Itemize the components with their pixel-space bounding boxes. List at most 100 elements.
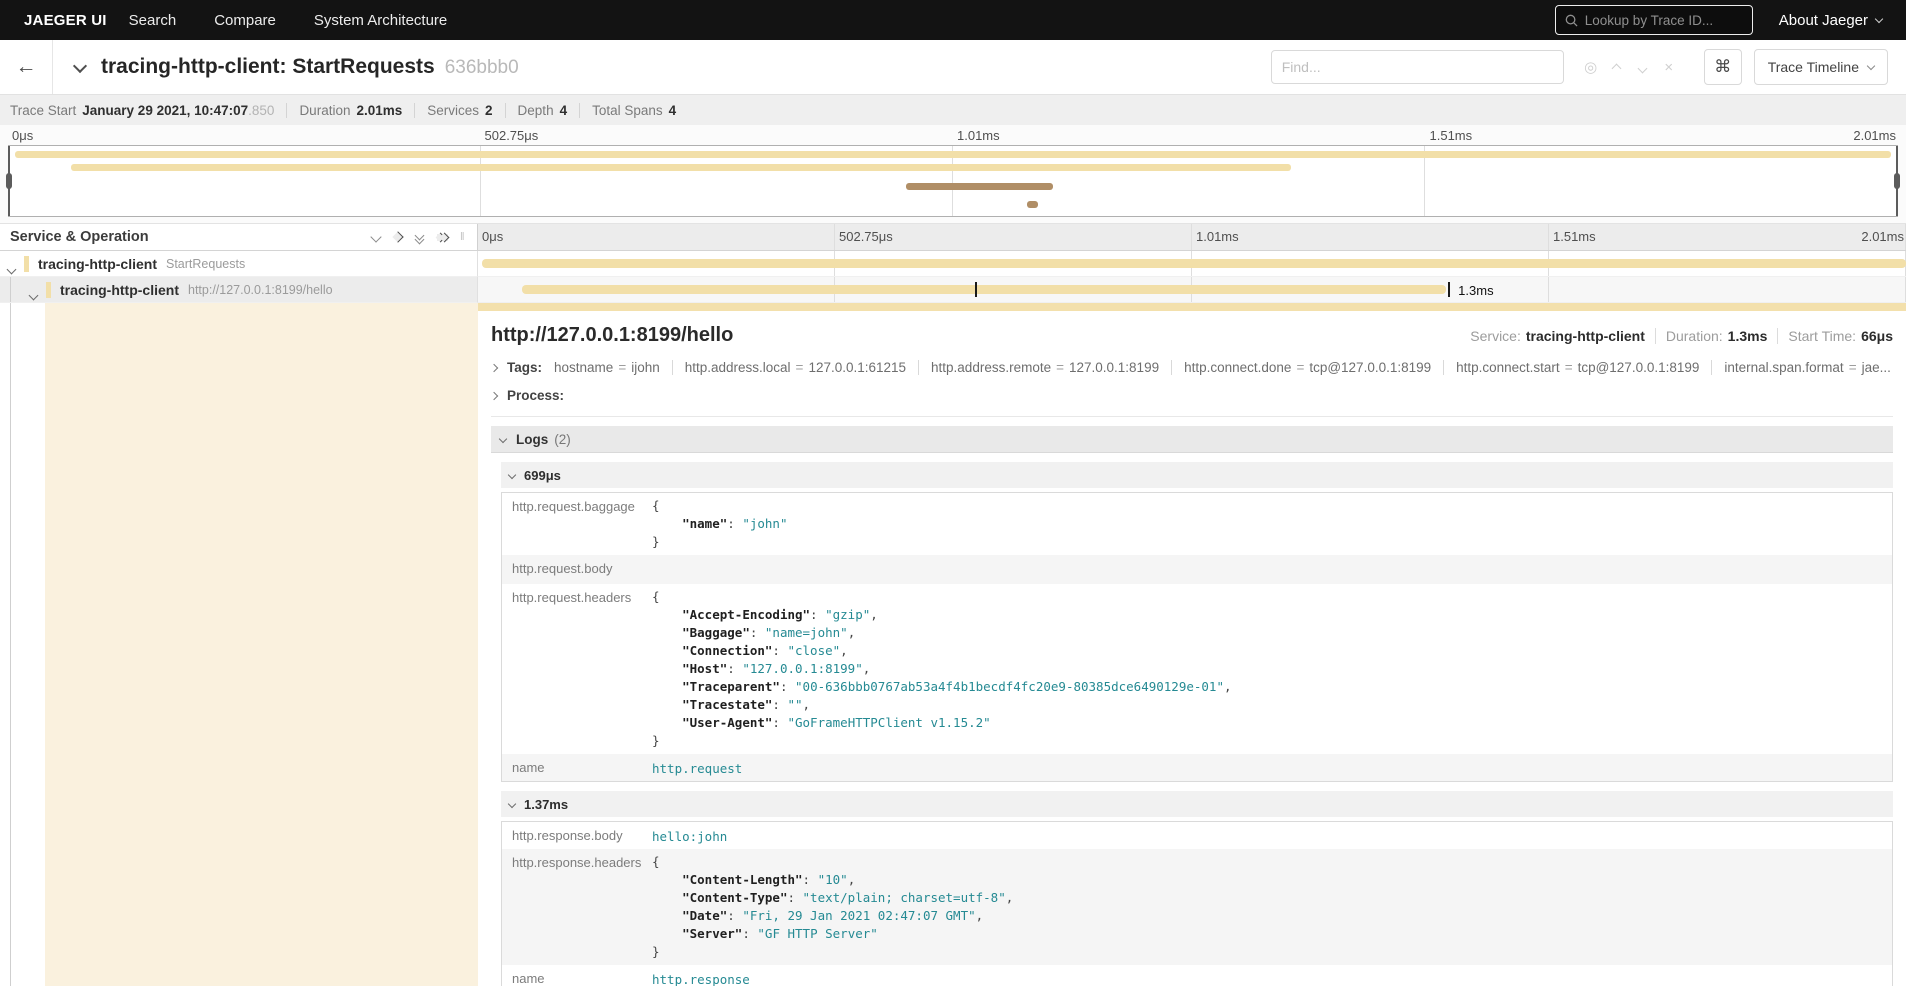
span-accent-strip	[478, 303, 1906, 311]
span-service-name: tracing-http-client	[60, 282, 179, 298]
tag-equals: =	[1565, 360, 1573, 375]
tag-value: 127.0.0.1:8199	[1069, 360, 1159, 375]
summary-label: Duration	[299, 103, 350, 118]
log-timestamp-accordion[interactable]: 699μs	[501, 462, 1893, 488]
chevron-up-icon	[1612, 63, 1622, 73]
summary-value: 4	[560, 103, 568, 118]
tag-value: 127.0.0.1:61215	[808, 360, 906, 375]
log-field-key: http.request.baggage	[502, 493, 652, 555]
minimap-ticks: 0μs502.75μs1.01ms1.51ms2.01ms	[8, 125, 1898, 145]
minimap-canvas[interactable]	[8, 145, 1898, 217]
span-name-cell[interactable]: tracing-http-client StartRequests	[0, 251, 478, 277]
trace-view-select[interactable]: Trace Timeline	[1754, 49, 1888, 85]
log-field-string-value: hello:john	[652, 826, 1884, 844]
span-collapse-chevron[interactable]	[8, 260, 15, 276]
log-field-row: http.request.body	[502, 555, 1892, 584]
back-button[interactable]: ←	[0, 40, 53, 94]
log-field-value: http.response	[652, 965, 1892, 986]
chevron-down-icon	[7, 265, 17, 275]
log-field-row: namehttp.request	[502, 754, 1892, 781]
next-result-button[interactable]	[1630, 59, 1656, 76]
log-fields-table: http.response.bodyhello:johnhttp.respons…	[501, 821, 1893, 986]
trace-title-collapse-chevron[interactable]	[75, 58, 85, 76]
tag-item: http.connect.done=tcp@127.0.0.1:8199	[1171, 360, 1431, 375]
keyboard-shortcuts-button[interactable]: ⌘	[1704, 49, 1742, 85]
span-duration-bar[interactable]	[482, 259, 1906, 268]
service-operation-header: Service & Operation ‖	[0, 224, 478, 250]
logs-accordion-header[interactable]: Logs (2)	[491, 426, 1893, 453]
timeline-tick-label: 502.75μs	[481, 128, 539, 143]
trace-view-select-label: Trace Timeline	[1768, 59, 1859, 75]
tag-item: http.address.local = 127.0.0.1:61215	[672, 360, 906, 375]
logs-section: Logs (2) 699μs http.request.baggage{ "nam…	[491, 426, 1893, 986]
collapse-all-icon[interactable]	[416, 232, 423, 243]
find-input[interactable]	[1271, 50, 1564, 84]
span-row[interactable]: tracing-http-clienthttp://127.0.0.1:8199…	[0, 277, 1906, 303]
summary-value: January 29 2021, 10:47:07	[82, 103, 248, 118]
clear-find-button[interactable]: ×	[1656, 59, 1682, 76]
column-resizer-handle[interactable]: ‖	[460, 231, 469, 243]
match-highlight-icon[interactable]: ◎	[1578, 58, 1604, 76]
minimap-drag-handle-right[interactable]	[1896, 146, 1898, 216]
tag-equals: =	[796, 360, 804, 375]
span-timeline-cell[interactable]: 1.3ms	[478, 277, 1906, 303]
log-timestamp: 699μs	[524, 468, 561, 483]
span-log-marker[interactable]	[1448, 282, 1450, 297]
minimap-drag-handle-left[interactable]	[8, 146, 10, 216]
expand-all-icon[interactable]	[437, 234, 448, 241]
span-detail-row: http://127.0.0.1:8199/hello Service:trac…	[0, 303, 1906, 986]
span-collapse-chevron[interactable]	[30, 286, 37, 302]
tags-label: Tags:	[507, 360, 542, 375]
span-timeline-cell[interactable]	[478, 251, 1906, 277]
summary-value: 2.01ms	[356, 103, 402, 118]
top-nav: JAEGER UI Search Compare System Architectu…	[0, 0, 1906, 40]
timeline-tick-label: 0μs	[478, 229, 503, 244]
overview-label: Duration:	[1666, 328, 1723, 344]
about-jaeger-label: About Jaeger	[1779, 12, 1868, 29]
log-field-row: http.request.headers{ "Accept-Encoding":…	[502, 584, 1892, 754]
timeline-gridline	[1548, 277, 1549, 302]
expand-one-icon[interactable]	[394, 233, 402, 241]
overview-label: Service:	[1470, 328, 1521, 344]
nav-item-search[interactable]: Search	[129, 12, 177, 29]
span-service-name: tracing-http-client	[38, 256, 157, 272]
log-fields-table: http.request.baggage{ "name": "john"}htt…	[501, 492, 1893, 782]
tag-equals: =	[1056, 360, 1064, 375]
about-jaeger-menu[interactable]: About Jaeger	[1779, 12, 1882, 29]
overview-value: 66μs	[1861, 328, 1893, 344]
nav-menu: Search Compare System Architecture	[129, 12, 448, 29]
timeline-tick-label: 1.01ms	[953, 128, 1000, 143]
process-accordion[interactable]: Process:	[491, 388, 1893, 403]
log-field-value: { "name": "john"}	[652, 493, 1892, 555]
timeline-tick-label: 2.01ms	[1853, 128, 1898, 143]
trace-summary-item: Trace StartJanuary 29 2021, 10:47:07.850	[10, 103, 274, 118]
nav-item-system-architecture[interactable]: System Architecture	[314, 12, 447, 29]
previous-result-button[interactable]	[1604, 59, 1630, 76]
chevron-down-icon	[508, 471, 516, 479]
tag-key: http.address.local	[685, 360, 791, 375]
minimap-span-bar	[906, 183, 1053, 190]
collapse-one-icon[interactable]	[372, 233, 380, 241]
span-log-marker[interactable]	[975, 282, 977, 297]
span-operation-name: StartRequests	[166, 257, 245, 271]
nav-item-compare[interactable]: Compare	[214, 12, 276, 29]
chevron-right-icon	[490, 391, 498, 399]
find-nav-buttons: ◎ ×	[1578, 58, 1682, 76]
log-field-row: http.request.baggage{ "name": "john"}	[502, 493, 1892, 555]
trace-summary-item: Depth4	[505, 103, 568, 118]
span-duration-label: 1.3ms	[1458, 283, 1493, 298]
tags-list: hostname=ijohnhttp.address.local=127.0.0…	[554, 360, 1891, 375]
log-timestamp-accordion[interactable]: 1.37ms	[501, 791, 1893, 817]
detail-divider	[491, 416, 1893, 417]
chevron-down-icon	[1875, 14, 1883, 22]
jaeger-logo[interactable]: JAEGER UI	[24, 12, 107, 29]
trace-title-text: tracing-http-client: StartRequests	[101, 55, 435, 78]
tags-accordion[interactable]: Tags: hostname=ijohnhttp.address.local=1…	[491, 360, 1893, 375]
log-field-value: http.request	[652, 754, 1892, 781]
span-duration-bar[interactable]	[522, 285, 1446, 294]
span-name-cell[interactable]: tracing-http-clienthttp://127.0.0.1:8199…	[0, 277, 478, 303]
trace-id-lookup-input[interactable]	[1585, 13, 1743, 28]
tag-item: http.connect.start=tcp@127.0.0.1:8199	[1443, 360, 1699, 375]
span-row[interactable]: tracing-http-client StartRequests	[0, 251, 1906, 277]
chevron-down-icon	[508, 800, 516, 808]
